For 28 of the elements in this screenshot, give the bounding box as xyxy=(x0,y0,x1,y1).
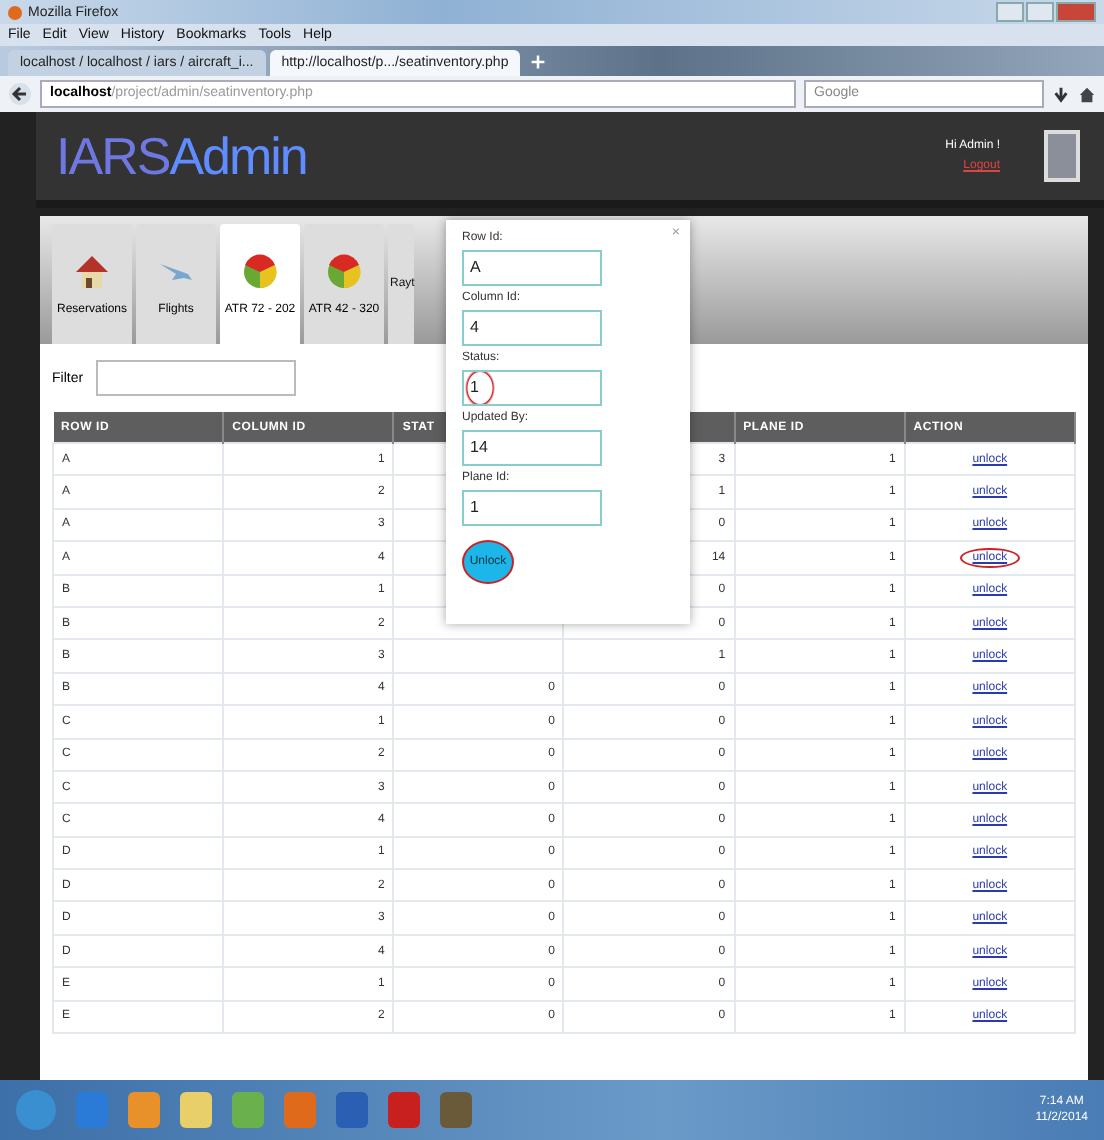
input-field[interactable]: 14 xyxy=(462,430,602,466)
input-field[interactable]: 4 xyxy=(462,310,602,346)
taskbar-app-icon[interactable] xyxy=(336,1092,368,1128)
input-field[interactable]: 1 xyxy=(462,370,602,406)
house-icon xyxy=(72,252,112,292)
minimize-button[interactable] xyxy=(996,2,1024,22)
taskbar-app-icon[interactable] xyxy=(16,1090,56,1130)
taskbar-app-icon[interactable] xyxy=(180,1092,212,1128)
filter-field[interactable] xyxy=(95,360,296,396)
close-button[interactable] xyxy=(1056,2,1096,22)
maximize-button[interactable] xyxy=(1026,2,1054,22)
firefox-icon xyxy=(8,5,22,19)
taskbar-app-icon[interactable] xyxy=(76,1092,108,1128)
input-field[interactable]: 1 xyxy=(462,490,602,526)
taskbar-app-icon[interactable] xyxy=(284,1092,316,1128)
input-field[interactable]: A xyxy=(462,250,602,286)
back-button[interactable] xyxy=(8,82,32,106)
home-icon[interactable] xyxy=(1078,85,1096,103)
avatar-silhouette xyxy=(1044,130,1080,182)
download-icon[interactable] xyxy=(1052,85,1070,103)
pie-ball-icon xyxy=(324,252,364,292)
new-tab-button[interactable] xyxy=(530,54,547,70)
pie-ball-icon xyxy=(240,252,280,292)
taskbar-app-icon[interactable] xyxy=(128,1092,160,1128)
taskbar-app-icon[interactable] xyxy=(440,1092,472,1128)
taskbar-app-icon[interactable] xyxy=(232,1092,264,1128)
taskbar-app-icon[interactable] xyxy=(388,1092,420,1128)
site-logo: IARSAdmin xyxy=(56,125,307,187)
